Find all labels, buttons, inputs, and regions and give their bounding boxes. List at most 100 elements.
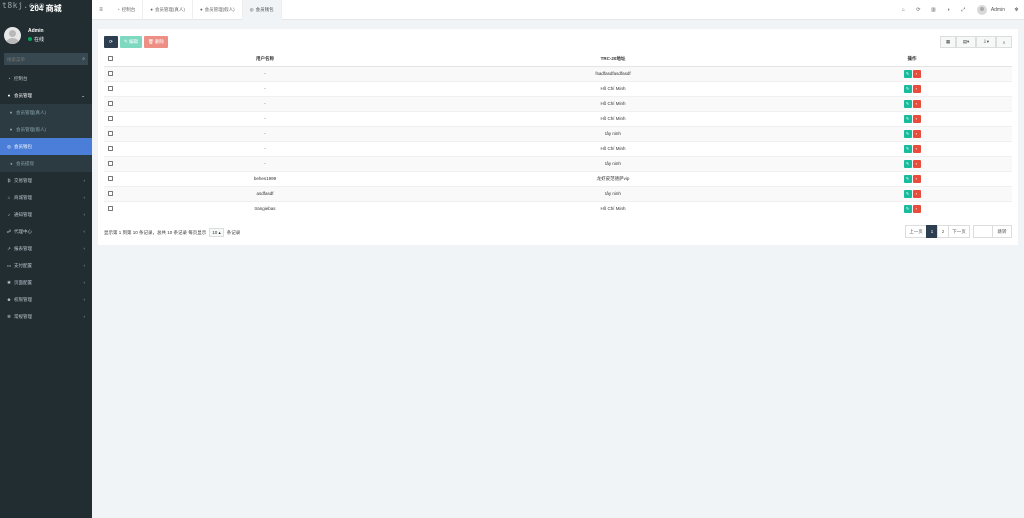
table-row[interactable]: - fsadfasdfasdfasdf ✎ ▪ [104, 65, 1012, 81]
select-all-checkbox[interactable] [107, 56, 113, 62]
delete-row-button[interactable]: ▪ [912, 159, 921, 168]
row-checkbox[interactable] [107, 191, 113, 197]
export-button[interactable]: ⇩▾ [976, 36, 996, 48]
menu-search-input[interactable] [7, 56, 67, 62]
sidebar-item-6[interactable]: ₿ 交易管理 ‹ [0, 172, 92, 189]
row-checkbox[interactable] [107, 101, 113, 107]
language-icon[interactable]: ◑ [941, 7, 956, 13]
prev-page-button[interactable]: 上一页 [905, 225, 927, 238]
header-trc20-address[interactable]: TRC-20地址 [414, 52, 812, 67]
page-size-select[interactable]: 10 ▴ [209, 228, 224, 237]
row-checkbox[interactable] [107, 176, 113, 182]
edit-row-button[interactable]: ✎ [903, 114, 912, 123]
brand-title[interactable]: 204 商城 [30, 3, 62, 14]
edit-row-button[interactable]: ✎ [903, 204, 912, 213]
table-row[interactable]: trangiebas Hồ Chí Minh ✎ ▪ [104, 200, 1012, 216]
row-checkbox[interactable] [107, 86, 113, 92]
next-page-button[interactable]: 下一页 [948, 225, 970, 238]
table-row[interactable]: behes1999 龙虾皮范德萨vip ✎ ▪ [104, 170, 1012, 186]
row-check-cell [104, 155, 116, 171]
edit-row-button[interactable]: ✎ [903, 174, 912, 183]
online-dot-icon [28, 37, 32, 41]
edit-row-button[interactable]: ✎ [903, 84, 912, 93]
search-table-button[interactable]: ⌕ [996, 36, 1012, 48]
sidebar-item-11[interactable]: ▭ 支付配置 ‹ [0, 257, 92, 274]
tab-2[interactable]: ● 会员管理(假人) [193, 0, 243, 20]
columns-button[interactable]: ▤▾ [956, 36, 976, 48]
edit-row-button[interactable]: ✎ [903, 99, 912, 108]
settings-icon[interactable]: ✻ [1009, 7, 1024, 13]
sidebar-item-14[interactable]: ✻ 常规管理 ‹ [0, 308, 92, 325]
address-cell: Hồ Chí Minh [414, 200, 812, 216]
fullscreen-icon[interactable]: ⤢ [956, 7, 971, 13]
delete-row-button[interactable]: ▪ [912, 99, 921, 108]
row-checkbox[interactable] [107, 146, 113, 152]
edit-row-button[interactable]: ✎ [903, 189, 912, 198]
bell-icon: ♪ [7, 212, 11, 217]
sidebar-item-2[interactable]: ● 会员管理(真人) [0, 104, 92, 121]
delete-row-button[interactable]: ▪ [912, 69, 921, 78]
delete-row-button[interactable]: ▪ [912, 84, 921, 93]
table-row[interactable]: - Hồ Chí Minh ✎ ▪ [104, 95, 1012, 111]
address-cell: Hồ Chí Minh [414, 80, 812, 96]
table-row[interactable]: asdfasdf tây ninh ✎ ▪ [104, 185, 1012, 201]
delete-row-button[interactable]: ▪ [912, 174, 921, 183]
jump-page-field[interactable] [973, 225, 993, 238]
toggle-view-button[interactable]: ▦ [940, 36, 956, 48]
table-row[interactable]: - Hồ Chí Minh ✎ ▪ [104, 80, 1012, 96]
tab-label: 控制台 [121, 6, 136, 12]
sidebar-item-label: 交易管理 [14, 177, 32, 183]
sidebar-item-0[interactable]: ◔ 控制台 [0, 70, 92, 87]
header-username[interactable]: 用户名称 [116, 52, 414, 67]
table-row[interactable]: - tây ninh ✎ ▪ [104, 155, 1012, 171]
delete-row-button[interactable]: ▪ [912, 189, 921, 198]
tab-3[interactable]: ◎ 会员钱包 [242, 0, 282, 20]
actions-cell: ✎ ▪ [812, 155, 1012, 171]
edit-row-button[interactable]: ✎ [903, 144, 912, 153]
sidebar-item-13[interactable]: ☻ 权限管理 ‹ [0, 291, 92, 308]
actions-cell: ✎ ▪ [812, 65, 1012, 81]
sidebar-item-3[interactable]: ● 会员管理(假人) [0, 121, 92, 138]
sidebar-item-4[interactable]: ◎ 会员钱包 [0, 138, 92, 155]
sidebar-item-12[interactable]: ✱ 页面配置 ‹ [0, 274, 92, 291]
sidebar-item-8[interactable]: ♪ 通知管理 ‹ [0, 206, 92, 223]
chart-icon: ↗ [7, 245, 11, 251]
edit-row-button[interactable]: ✎ [903, 159, 912, 168]
refresh-button[interactable]: ⟳ [104, 36, 118, 48]
sidebar-item-5[interactable]: ◂ 会员提现 [0, 155, 92, 172]
tab-label: 会员管理(假人) [204, 6, 235, 12]
row-checkbox[interactable] [107, 71, 113, 77]
delete-row-button[interactable]: ▪ [912, 204, 921, 213]
edit-button[interactable]: ✎ 编辑 [120, 36, 143, 48]
trash-icon[interactable]: ▥ [926, 7, 941, 13]
search-icon[interactable]: ⌕ [82, 56, 85, 62]
home-icon[interactable]: ⌂ [896, 7, 911, 13]
delete-row-button[interactable]: ▪ [912, 114, 921, 123]
row-checkbox[interactable] [107, 131, 113, 137]
table-row[interactable]: - Hồ Chí Minh ✎ ▪ [104, 140, 1012, 156]
row-checkbox[interactable] [107, 161, 113, 167]
jump-page-input[interactable] [975, 227, 991, 236]
top-user-menu[interactable]: Admin [976, 5, 1005, 15]
edit-row-button[interactable]: ✎ [903, 69, 912, 78]
sidebar-item-1[interactable]: ● 会员管理 ⌄ [0, 87, 92, 104]
sidebar-item-9[interactable]: ☍ 代理中心 ‹ [0, 223, 92, 240]
menu-toggle-icon[interactable]: ≡ [92, 7, 110, 13]
pagination: 上一页 1 2 下一页 跳转 [905, 225, 1012, 238]
tab-0[interactable]: ◔ 控制台 [110, 0, 144, 20]
edit-row-button[interactable]: ✎ [903, 129, 912, 138]
chevron-icon: ⌄ [81, 92, 85, 98]
refresh-icon[interactable]: ⟳ [911, 7, 926, 13]
delete-row-button[interactable]: ▪ [912, 144, 921, 153]
delete-row-button[interactable]: ▪ [912, 129, 921, 138]
delete-button[interactable]: 🗑 删除 [144, 36, 168, 48]
row-checkbox[interactable] [107, 116, 113, 122]
table-row[interactable]: - Hồ Chí Minh ✎ ▪ [104, 110, 1012, 126]
tab-1[interactable]: ● 会员管理(真人) [143, 0, 193, 20]
sidebar-item-10[interactable]: ↗ 报表管理 ‹ [0, 240, 92, 257]
sidebar-item-7[interactable]: ⌂ 商城管理 ‹ [0, 189, 92, 206]
jump-button[interactable]: 跳转 [992, 225, 1012, 238]
table-row[interactable]: - tây ninh ✎ ▪ [104, 125, 1012, 141]
row-checkbox[interactable] [107, 206, 113, 212]
actions-cell: ✎ ▪ [812, 170, 1012, 186]
